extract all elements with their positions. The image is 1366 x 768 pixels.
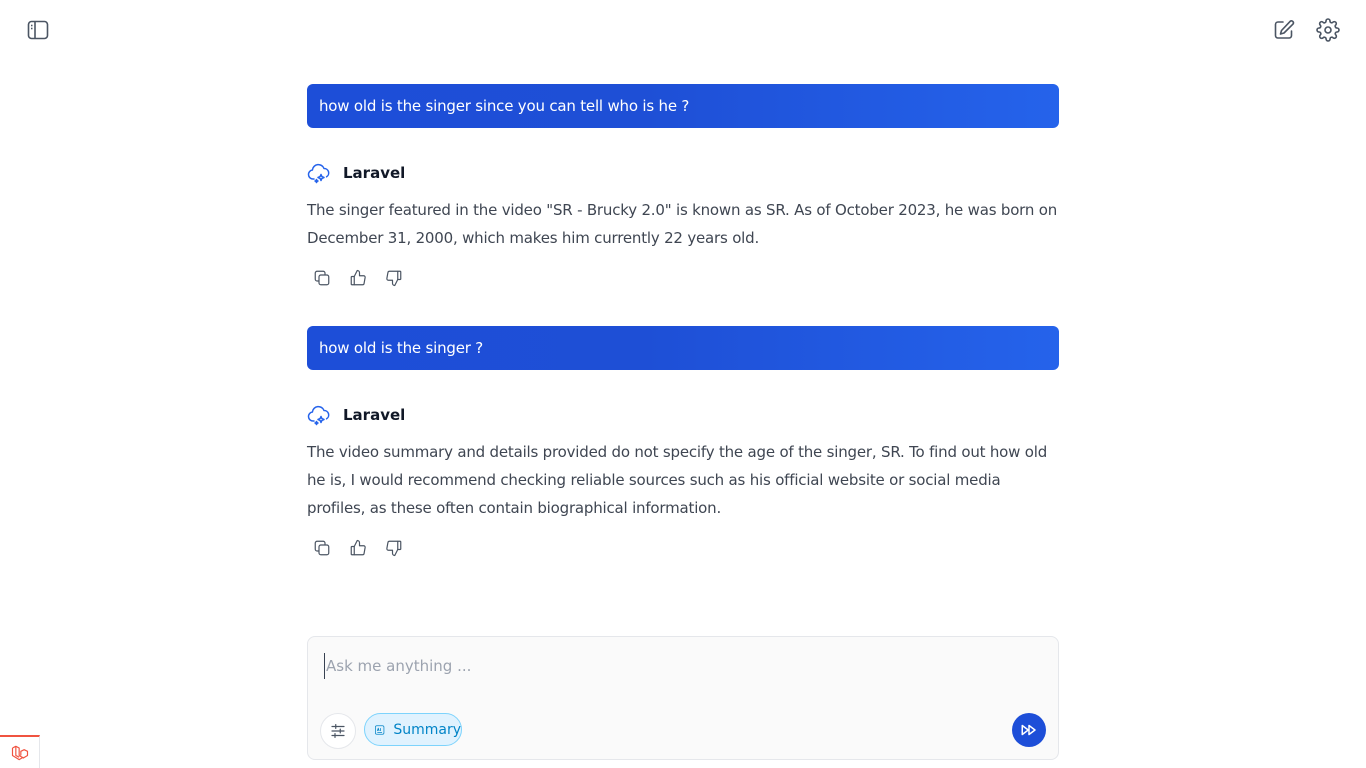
new-chat-button[interactable]: [1269, 15, 1299, 45]
thumbs-down-button[interactable]: [384, 538, 404, 558]
copy-button[interactable]: [312, 538, 332, 558]
thumbs-up-icon: [350, 539, 366, 556]
tools-button[interactable]: [320, 713, 356, 749]
sliders-icon: [331, 724, 345, 738]
cloud-sparkle-icon: [307, 163, 330, 184]
sidebar-toggle-button[interactable]: [23, 15, 53, 45]
sidebar-toggle-icon: [27, 20, 49, 40]
copy-icon: [314, 270, 330, 286]
thumbs-down-icon: [386, 540, 402, 557]
user-message: how old is the singer since you can tell…: [307, 84, 1059, 128]
assistant-header: Laravel: [307, 402, 405, 428]
thumbs-up-icon: [350, 269, 366, 286]
edit-icon: [1274, 20, 1295, 39]
ai-summary-icon: [375, 724, 385, 735]
chat-input[interactable]: [324, 653, 1024, 679]
thumbs-up-button[interactable]: [348, 538, 368, 558]
assistant-message-text: The singer featured in the video "SR - B…: [307, 201, 1058, 247]
thumbs-down-button[interactable]: [384, 268, 404, 288]
assistant-header: Laravel: [307, 160, 405, 186]
message-actions: [312, 537, 404, 559]
thumbs-up-button[interactable]: [348, 268, 368, 288]
settings-button[interactable]: [1313, 15, 1343, 45]
assistant-message-text: The video summary and details provided d…: [307, 443, 1048, 517]
copy-button[interactable]: [312, 268, 332, 288]
laravel-debug-badge[interactable]: [0, 735, 40, 768]
user-message-text: how old is the singer since you can tell…: [319, 97, 690, 115]
summary-chip[interactable]: Summary: [364, 713, 462, 746]
user-message-text: how old is the singer ?: [319, 339, 484, 357]
user-message: how old is the singer ?: [307, 326, 1059, 370]
fast-forward-icon: [1021, 724, 1036, 736]
thumbs-down-icon: [386, 270, 402, 287]
assistant-name: Laravel: [343, 406, 406, 424]
send-button[interactable]: [1012, 713, 1046, 747]
gear-icon: [1316, 18, 1340, 42]
message-actions: [312, 267, 404, 289]
summary-label: Summary: [393, 721, 461, 738]
copy-icon: [314, 540, 330, 556]
laravel-logo-icon: [11, 745, 28, 760]
cloud-sparkle-icon: [307, 405, 330, 426]
assistant-name: Laravel: [343, 164, 406, 182]
chat-composer: Summary: [307, 636, 1059, 760]
